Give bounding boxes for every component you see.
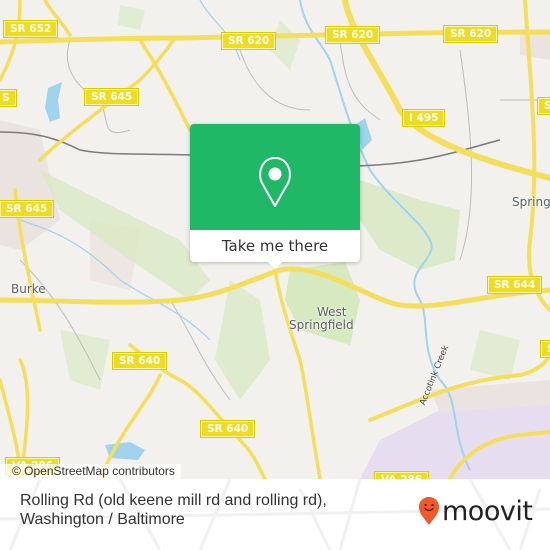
road-shield-sr645: SR 645: [0, 201, 54, 217]
minor-road: [66, 39, 131, 134]
road-shield-partial: S: [541, 341, 550, 357]
stop-name: Rolling Rd (old keene mill rd and rollin…: [20, 491, 327, 529]
place-label-springfield-west: Springfield: [289, 318, 354, 332]
footer-bar: Rolling Rd (old keene mill rd and rollin…: [0, 479, 550, 550]
popup-pointer: [267, 261, 283, 269]
road-shield-partial: S: [538, 98, 550, 114]
road-shield-sr640: SR 640: [113, 353, 167, 369]
lake: [45, 82, 62, 122]
park: [215, 280, 270, 400]
road-shield-sr620: SR 620: [326, 27, 380, 43]
road-shield-sr644: SR 644: [488, 277, 542, 293]
moovit-pin-icon: [419, 497, 439, 525]
road-shield-sr645: SR 645: [85, 89, 139, 105]
location-pin-icon: [259, 157, 291, 207]
park: [360, 180, 460, 270]
destination-popup[interactable]: Take me there: [190, 124, 360, 269]
moovit-logo[interactable]: moovit: [418, 494, 533, 528]
place-label-springfield: Spring: [512, 195, 550, 209]
road-shield-sr652: SR 652: [4, 21, 58, 37]
stop-name-line2: Washington / Baltimore: [20, 511, 185, 528]
map-view[interactable]: SR 652 SR 620 SR 620 SR 620 SR 645 SR 64…: [0, 0, 550, 479]
road-shield-partial: S: [0, 90, 16, 106]
park: [118, 5, 145, 30]
river: [199, 0, 241, 61]
road-shield-va286: VA 286: [375, 472, 429, 479]
road-shield-sr620: SR 620: [444, 26, 498, 42]
popup-header[interactable]: [190, 124, 360, 230]
park: [60, 330, 110, 390]
map-attribution[interactable]: © OpenStreetMap contributors: [0, 464, 181, 479]
park: [470, 330, 520, 380]
road-shield-sr620: SR 620: [222, 33, 276, 49]
stop-name-line1: Rolling Rd (old keene mill rd and rollin…: [20, 492, 327, 509]
moovit-wordmark: moovit: [442, 495, 533, 527]
road-shield-i495: I 495: [403, 110, 445, 126]
take-me-there-button[interactable]: Take me there: [190, 230, 360, 262]
road-shield-sr640: SR 640: [201, 421, 255, 437]
place-label-burke: Burke: [11, 282, 46, 296]
minor-road: [239, 49, 311, 111]
